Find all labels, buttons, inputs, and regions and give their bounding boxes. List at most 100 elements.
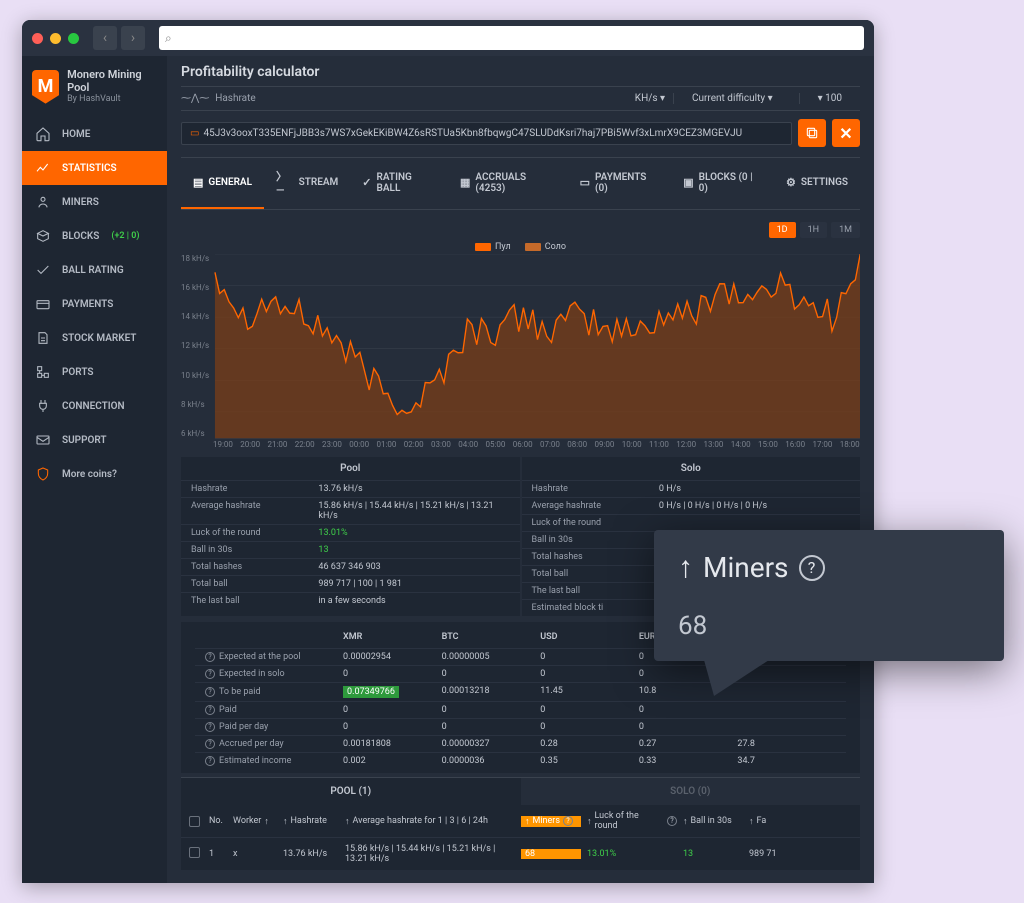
sidebar-item-label: PORTS (62, 367, 94, 378)
help-icon: ? (205, 669, 215, 679)
callout-value: 68 (678, 611, 980, 641)
page-title: Profitability calculator (181, 64, 860, 80)
chart-svg (181, 254, 860, 454)
callout-header: ↑ Miners ? (678, 550, 980, 585)
solo-stats-title: Solo (522, 457, 861, 480)
profitability-calculator: Profitability calculator ⁓⋀⁓Hashrate KH/… (167, 56, 874, 214)
col-luck[interactable]: Luck of the round ? (587, 811, 677, 831)
tab-general[interactable]: ▤GENERAL (181, 158, 264, 209)
sidebar-item-ball-rating[interactable]: BALL RATING (22, 253, 167, 287)
sidebar-item-ports[interactable]: PORTS (22, 355, 167, 389)
back-button[interactable]: ‹ (93, 26, 117, 50)
row-checkbox[interactable] (189, 847, 200, 858)
hashrate-input[interactable]: ⁓⋀⁓Hashrate (181, 93, 627, 104)
col-hashrate[interactable]: Hashrate (283, 816, 339, 827)
wallet-address-input[interactable]: ▭45J3v3ooxT335ENFjJBB3s7WS7xGеkEKiBW4Z6s… (181, 122, 792, 145)
app-subtitle: By HashVault (67, 94, 157, 105)
workers-tab-pool[interactable]: POOL (1) (181, 777, 521, 805)
sidebar-item-support[interactable]: SUPPORT (22, 423, 167, 457)
tab-accruals[interactable]: ▦ACCRUALS (4253) (448, 158, 568, 209)
range-1m[interactable]: 1M (831, 222, 860, 238)
legend-pool: Пул (475, 242, 511, 252)
workers-mode-tabs: POOL (1) SOLO (0) (181, 777, 860, 805)
col-fa[interactable]: Fa (749, 816, 779, 827)
home-icon (34, 125, 52, 143)
sidebar-item-stock-market[interactable]: STOCK MARKET (22, 321, 167, 355)
legend-swatch-icon (525, 243, 541, 251)
chevron-down-icon: ▾ (660, 93, 665, 104)
sidebar-item-label: CONNECTION (62, 401, 125, 412)
select-all-checkbox[interactable] (189, 816, 200, 827)
sidebar-item-blocks[interactable]: BLOCKS(+2 | 0) (22, 219, 167, 253)
payments-icon (34, 295, 52, 313)
tab-blocks[interactable]: ▣BLOCKS (0 | 0) (671, 158, 774, 209)
sidebar-item-label: HOME (62, 129, 90, 140)
earnings-row: ? Accrued per day0.001818080.000003270.2… (195, 735, 846, 752)
multiplier-select[interactable]: ▾ 100 (799, 93, 860, 104)
logo[interactable]: M Monero Mining Pool By HashVault (22, 62, 167, 117)
help-icon: ? (205, 705, 215, 715)
help-icon[interactable]: ? (799, 555, 825, 581)
help-icon: ? (563, 816, 573, 826)
workers-tab-solo[interactable]: SOLO (0) (521, 777, 861, 805)
help-icon: ? (205, 722, 215, 732)
chevron-down-icon: ▾ (818, 93, 823, 104)
col-no[interactable]: No. (209, 816, 227, 826)
arrow-up-icon (525, 816, 530, 827)
col-worker[interactable]: Worker (233, 816, 277, 827)
worker-row[interactable]: 1 x 13.76 kH/s 15.86 kH/s | 15.44 kH/s |… (181, 837, 860, 870)
tab-stream[interactable]: 〉—STREAM (264, 158, 350, 209)
list-icon: ▤ (193, 176, 203, 189)
card-icon: ▭ (580, 176, 590, 189)
range-1h[interactable]: 1H (800, 222, 827, 238)
maximize-window-icon[interactable] (68, 33, 79, 44)
unit-select[interactable]: KH/s ▾ (635, 93, 665, 104)
url-bar[interactable]: ⌕ (159, 26, 864, 50)
plug-icon (34, 397, 52, 415)
copy-button[interactable] (798, 119, 826, 147)
sidebar-item-label: BLOCKS (62, 231, 99, 242)
col-ball[interactable]: Ball in 30s (683, 816, 743, 827)
ports-icon (34, 363, 52, 381)
wallet-icon: ▭ (190, 128, 199, 139)
hashrate-chart: 18 kH/s 16 kH/s 14 kH/s 12 kH/s 10 kH/s … (181, 254, 860, 454)
col-miners[interactable]: Miners ? (521, 816, 581, 827)
stat-row: Luck of the round (522, 514, 861, 531)
sidebar-item-home[interactable]: HOME (22, 117, 167, 151)
address-row: ▭45J3v3ooxT335ENFjJBB3s7WS7xGеkEKiBW4Z6s… (181, 119, 860, 147)
col-avg-hashrate[interactable]: Average hashrate for 1 | 3 | 6 | 24h (345, 816, 515, 827)
sidebar-item-label: More coins? (62, 469, 117, 480)
search-icon: ⌕ (165, 31, 172, 46)
sidebar-item-miners[interactable]: MINERS (22, 185, 167, 219)
blocks-icon (34, 227, 52, 245)
earnings-row: ? Paid0000 (195, 701, 846, 718)
chart-icon (34, 159, 52, 177)
sidebar-item-connection[interactable]: CONNECTION (22, 389, 167, 423)
stat-row: Hashrate13.76 kH/s (181, 480, 520, 497)
stat-row: The last ballin a few seconds (181, 592, 520, 609)
close-button[interactable]: ✕ (832, 119, 860, 147)
app-title: Monero Mining Pool (67, 68, 157, 94)
chart-legend: Пул Соло (181, 242, 860, 252)
content-area: Profitability calculator ⁓⋀⁓Hashrate KH/… (167, 56, 874, 883)
close-window-icon[interactable] (32, 33, 43, 44)
tab-settings[interactable]: ⚙SETTINGS (774, 158, 860, 209)
workers-table: No. Worker Hashrate Average hashrate for… (181, 805, 860, 870)
difficulty-select[interactable]: Current difficulty ▾ (673, 93, 791, 104)
y-axis: 18 kH/s 16 kH/s 14 kH/s 12 kH/s 10 kH/s … (181, 254, 209, 438)
workers-header: No. Worker Hashrate Average hashrate for… (181, 805, 860, 837)
stat-row: Average hashrate0 H/s | 0 H/s | 0 H/s | … (522, 497, 861, 514)
main-content: M Monero Mining Pool By HashVault HOME S… (22, 56, 874, 883)
range-1d[interactable]: 1D (769, 222, 796, 238)
sidebar-item-more-coins[interactable]: More coins? (22, 457, 167, 491)
tab-rating-ball[interactable]: ✓RATING BALL (350, 158, 448, 209)
tab-payments[interactable]: ▭PAYMENTS (0) (568, 158, 672, 209)
minimize-window-icon[interactable] (50, 33, 61, 44)
sidebar: M Monero Mining Pool By HashVault HOME S… (22, 56, 167, 883)
arrow-up-icon (283, 816, 288, 827)
sidebar-item-payments[interactable]: PAYMENTS (22, 287, 167, 321)
forward-button[interactable]: › (121, 26, 145, 50)
mail-icon (34, 431, 52, 449)
help-icon: ? (205, 756, 215, 766)
sidebar-item-statistics[interactable]: STATISTICS (22, 151, 167, 185)
